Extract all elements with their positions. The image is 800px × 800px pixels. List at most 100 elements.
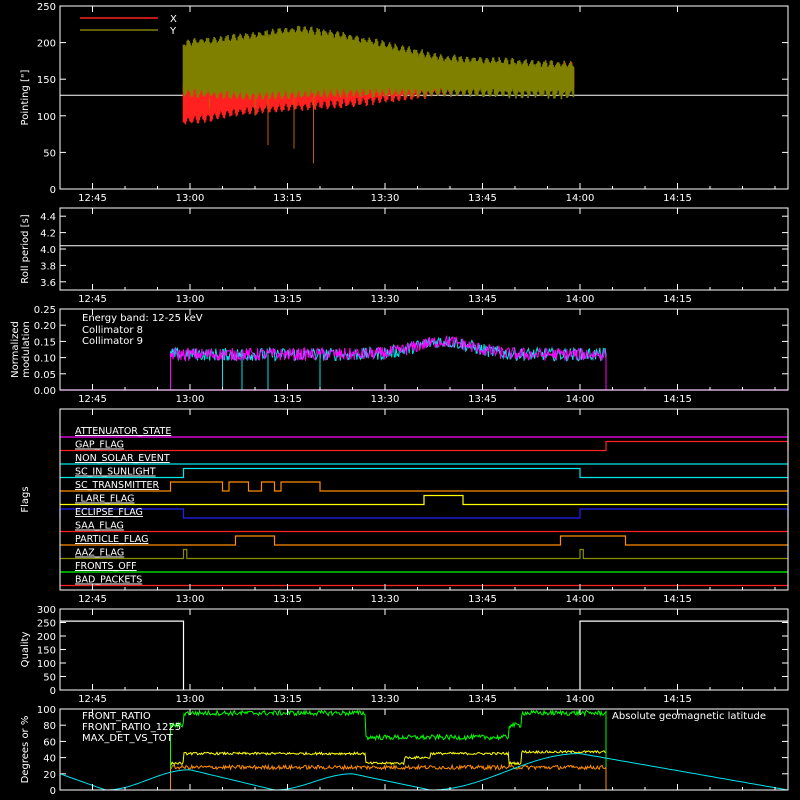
y-tick-label: 100 [37,705,56,716]
y-axis-label: Normalized [10,321,21,378]
ratio-series-max-det-vs-tot [170,763,607,790]
y-tick-label: 250 [37,619,56,630]
flag-line-eclipse-flag [59,508,789,519]
time-tick-label: 13:30 [371,294,400,305]
ratio-legend-label: Absolute geomagnetic latitude [612,711,766,722]
flag-line-flare-flag [60,494,788,506]
time-tick-label: 14:00 [566,193,595,204]
time-tick-label: 14:00 [566,294,595,305]
y-tick-label: 60 [43,737,56,748]
time-tick-label: 13:45 [468,294,497,305]
legend-label-y: Y [169,26,177,37]
time-tick-label: 14:00 [566,394,595,405]
time-tick-label: 14:15 [663,294,692,305]
time-tick-label: 13:45 [468,594,497,605]
time-tick-label: 14:15 [663,193,692,204]
y-tick-label: 80 [43,721,56,732]
y-tick-label: 0.00 [34,386,56,397]
geomagnetic-latitude-curve [59,753,789,791]
flag-label: ATTENUATOR_STATE [75,426,171,437]
flag-label: PARTICLE_FLAG [75,534,148,545]
y-tick-label: 0 [50,786,56,797]
ratio-legend-label: MAX_DET_VS_TOT [82,733,174,744]
y-tick-label: 150 [37,75,56,86]
flag-label: AAZ_FLAG [75,548,124,559]
modulation-legend-label: Collimator 8 [82,325,143,336]
y-tick-label: 100 [37,659,56,670]
y-tick-label: 3.8 [40,261,56,272]
time-tick-label: 13:45 [468,394,497,405]
time-tick-label: 14:00 [566,694,595,705]
y-axis-label: Flags [20,486,31,512]
flag-label: ECLIPSE_FLAG [75,507,143,518]
quality-line [579,620,788,690]
flag-label: FRONTS_OFF [75,561,137,572]
time-tick-label: 13:30 [371,394,400,405]
modulation-series-collimator-9 [170,335,607,390]
y-tick-label: 3.6 [40,278,56,289]
time-tick-label: 13:30 [371,594,400,605]
time-tick-label: 13:00 [176,193,205,204]
time-tick-label: 13:15 [273,193,302,204]
flag-line-gap-flag [60,440,789,452]
y-tick-label: 250 [37,2,56,13]
quality-line [60,620,185,690]
time-tick-label: 12:45 [78,193,107,204]
y-tick-label: 0 [50,686,56,697]
quicklook-figure: 0 50 100 150 200 250 Pointing ["] X Y 12:45 13:00 1… [0,0,800,800]
time-tick-label: 14:15 [663,694,692,705]
y-tick-label: 0.05 [34,370,56,381]
y-tick-label: 4.0 [40,245,56,256]
time-tick-label: 13:00 [176,694,205,705]
y-axis-label: Roll period [s] [20,214,31,283]
time-tick-label: 13:15 [273,394,302,405]
flag-label: FLARE_FLAG [75,494,135,505]
time-tick-label: 13:00 [176,594,205,605]
flag-line-particle-flag [60,535,788,546]
y-tick-label: 150 [37,646,56,657]
time-tick-label: 12:45 [78,594,107,605]
legend-label-x: X [170,14,177,25]
time-tick-label: 13:15 [273,594,302,605]
flag-label: BAD_PACKETS [75,575,142,586]
y-axis-label: Pointing ["] [20,69,31,125]
flag-label: SAA_FLAG [75,521,124,532]
time-tick-label: 13:15 [273,294,302,305]
ratio-series-front-ratio [170,749,607,790]
flag-line-sc-transmitter [60,481,788,492]
flag-label: SC_TRANSMITTER [75,480,160,491]
quicklook-plot-canvas: 050100150200250Pointing ["]XY12:45 13:00 1… [10,2,789,797]
y-tick-label: 200 [37,632,56,643]
flag-label: GAP_FLAG [75,440,124,451]
ratio-series-front-ratio-1225 [170,709,607,790]
time-tick-label: 13:45 [468,193,497,204]
time-tick-label: 13:30 [371,193,400,204]
flag-label: SC_IN_SUNLIGHT [75,467,156,478]
y-tick-label: 0.15 [34,337,56,348]
y-tick-label: 0.20 [34,321,56,332]
y-axis-label: Degrees or % [20,716,31,784]
time-tick-label: 13:45 [468,694,497,705]
time-tick-label: 13:00 [176,394,205,405]
ratio-legend-label: FRONT_RATIO_1225 [82,722,181,733]
flag-line-aaz-flag [60,548,788,560]
y-tick-label: 0.10 [34,354,56,365]
time-tick-label: 13:30 [371,694,400,705]
y-tick-label: 20 [43,770,56,781]
pointing-series-y [182,25,575,100]
time-tick-label: 13:15 [273,694,302,705]
y-tick-label: 50 [43,673,56,684]
y-tick-label: 0.25 [34,305,56,316]
y-tick-label: 50 [43,148,56,159]
flag-line-sc-in-sunlight [60,467,788,479]
roll-panel-frame [59,207,789,291]
modulation-series-collimator-8 [170,336,607,390]
time-tick-label: 14:15 [663,394,692,405]
y-tick-label: 4.2 [40,229,56,240]
time-tick-label: 14:15 [663,594,692,605]
y-tick-label: 40 [43,754,56,765]
y-tick-label: 4.4 [40,212,56,223]
y-tick-label: 100 [37,112,56,123]
time-tick-label: 14:00 [566,594,595,605]
modulation-legend-label: Collimator 9 [82,336,143,347]
